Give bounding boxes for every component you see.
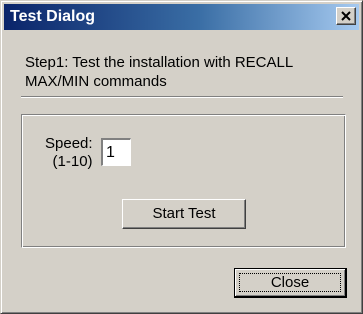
step-line-1: Step1: Test the installation with RECALL (25, 54, 294, 71)
speed-input[interactable] (101, 138, 131, 166)
title-bar[interactable]: Test Dialog (4, 4, 359, 30)
speed-label-line-2: (1-10) (52, 153, 93, 170)
window-title: Test Dialog (10, 8, 96, 25)
close-icon (341, 11, 351, 21)
close-button[interactable]: Close (234, 268, 347, 298)
test-dialog-window: Test Dialog Step1: Test the installation… (0, 0, 363, 314)
separator-line (21, 96, 343, 98)
speed-label-line-1: Speed: (45, 135, 93, 152)
step-line-2: MAX/MIN commands (25, 73, 167, 90)
start-test-button[interactable]: Start Test (122, 199, 246, 229)
speed-label: Speed: (1-10) (45, 135, 93, 171)
title-close-button[interactable] (336, 7, 356, 25)
close-button-label: Close (270, 273, 310, 291)
step-instructions: Step1: Test the installation with RECALL… (25, 53, 345, 91)
